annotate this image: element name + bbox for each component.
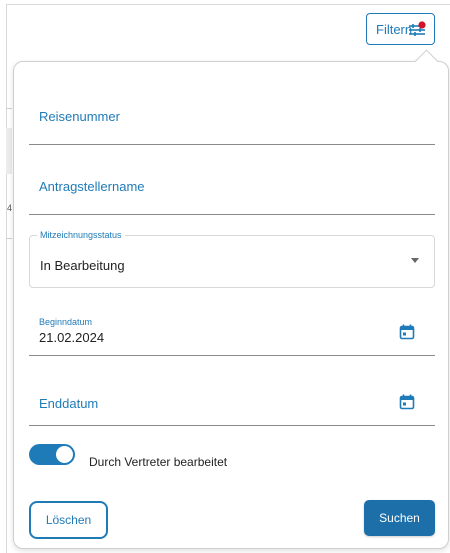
beginndatum-label: Beginndatum	[39, 317, 93, 327]
mitzeichnungsstatus-select[interactable]: Mitzeichnungsstatus In Bearbeitung	[29, 230, 435, 288]
mitzeichnungsstatus-value: In Bearbeitung	[40, 258, 125, 273]
dropdown-arrow-icon	[411, 258, 419, 263]
vertreter-toggle[interactable]	[29, 444, 75, 465]
beginndatum-field[interactable]: Beginndatum 21.02.2024	[29, 310, 435, 356]
search-button[interactable]: Suchen	[364, 500, 435, 536]
background-partial-text: 4	[7, 203, 13, 213]
clear-button[interactable]: Löschen	[29, 501, 108, 539]
calendar-icon[interactable]	[399, 394, 415, 410]
background-row	[6, 128, 12, 174]
reisenummer-placeholder: Reisenummer	[39, 109, 120, 124]
enddatum-placeholder: Enddatum	[39, 396, 99, 411]
reisenummer-field[interactable]: Reisenummer	[29, 100, 435, 145]
background-divider	[6, 108, 12, 109]
background-divider	[6, 238, 12, 239]
antragstellername-field[interactable]: Antragstellername	[29, 170, 435, 215]
beginndatum-value: 21.02.2024	[39, 330, 105, 345]
enddatum-field[interactable]: Enddatum	[29, 380, 435, 426]
mitzeichnungsstatus-label: Mitzeichnungsstatus	[37, 230, 125, 240]
antragstellername-placeholder: Antragstellername	[39, 179, 145, 194]
vertreter-toggle-label: Durch Vertreter bearbeitet	[89, 455, 228, 469]
filter-sliders-icon	[409, 21, 426, 36]
active-filter-badge	[418, 21, 426, 29]
filter-toggle-button[interactable]: Filtern	[366, 13, 435, 45]
toggle-knob	[56, 446, 73, 463]
calendar-icon[interactable]	[399, 324, 415, 340]
filter-button-label: Filtern	[376, 21, 413, 37]
